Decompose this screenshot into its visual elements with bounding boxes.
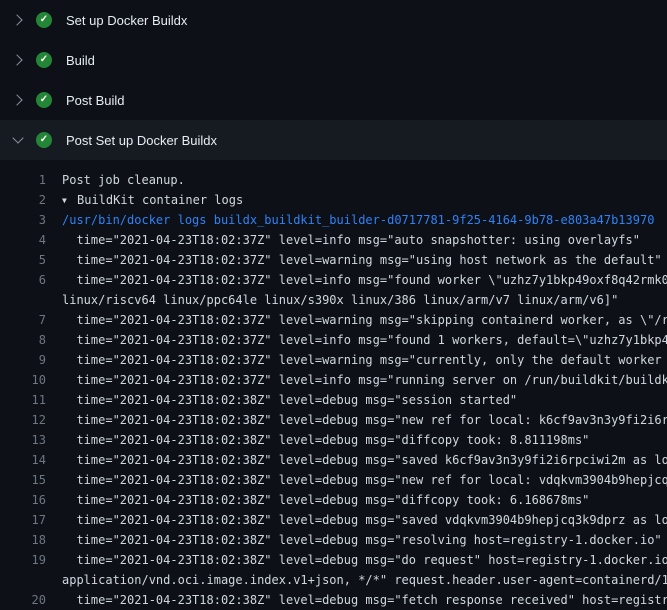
log-viewer: 1 Post job cleanup. 2 ▼BuildKit containe…	[0, 160, 667, 610]
log-line-text: /usr/bin/docker logs buildx_buildkit_bui…	[46, 210, 667, 230]
log-row: linux/riscv64 linux/ppc64le linux/s390x …	[0, 290, 667, 310]
log-line-text: time="2021-04-23T18:02:37Z" level=warnin…	[46, 350, 667, 370]
check-circle-icon: ✓	[36, 132, 52, 148]
log-line-number[interactable]: 12	[0, 410, 46, 430]
log-row: 8 time="2021-04-23T18:02:37Z" level=info…	[0, 330, 667, 350]
log-line-number[interactable]: 15	[0, 470, 46, 490]
log-line-number[interactable]: 16	[0, 490, 46, 510]
log-row: 6 time="2021-04-23T18:02:37Z" level=info…	[0, 270, 667, 290]
chevron-down-icon[interactable]	[12, 134, 24, 146]
chevron-right-icon[interactable]	[12, 94, 24, 106]
log-row: 9 time="2021-04-23T18:02:37Z" level=warn…	[0, 350, 667, 370]
chevron-right-icon[interactable]	[12, 14, 24, 26]
log-line-text: time="2021-04-23T18:02:37Z" level=info m…	[46, 270, 667, 290]
log-line-text: time="2021-04-23T18:02:37Z" level=warnin…	[46, 250, 667, 270]
log-line-number[interactable]: 2	[0, 190, 46, 210]
step-title: Build	[66, 53, 95, 68]
log-row: 18 time="2021-04-23T18:02:38Z" level=deb…	[0, 530, 667, 550]
log-line-number[interactable]: 8	[0, 330, 46, 350]
log-line-number[interactable]: 11	[0, 390, 46, 410]
log-line-text: time="2021-04-23T18:02:38Z" level=debug …	[46, 590, 667, 610]
log-row: 7 time="2021-04-23T18:02:37Z" level=warn…	[0, 310, 667, 330]
log-row: 1 Post job cleanup.	[0, 170, 667, 190]
step-header[interactable]: ✓ Post Set up Docker Buildx	[0, 120, 667, 160]
log-line-text: time="2021-04-23T18:02:37Z" level=info m…	[46, 370, 667, 390]
step-header[interactable]: ✓ Set up Docker Buildx	[0, 0, 667, 40]
check-circle-icon: ✓	[36, 12, 52, 28]
log-row: 19 time="2021-04-23T18:02:38Z" level=deb…	[0, 550, 667, 570]
log-row: 3 /usr/bin/docker logs buildx_buildkit_b…	[0, 210, 667, 230]
log-row: application/vnd.oci.image.index.v1+json,…	[0, 570, 667, 590]
log-line-text: ▼BuildKit container logs	[46, 190, 667, 210]
log-row: 13 time="2021-04-23T18:02:38Z" level=deb…	[0, 430, 667, 450]
log-row: 5 time="2021-04-23T18:02:37Z" level=warn…	[0, 250, 667, 270]
log-row: 11 time="2021-04-23T18:02:38Z" level=deb…	[0, 390, 667, 410]
log-line-text: time="2021-04-23T18:02:38Z" level=debug …	[46, 390, 667, 410]
log-line-number[interactable]: 14	[0, 450, 46, 470]
log-line-number[interactable]: 7	[0, 310, 46, 330]
log-line-number[interactable]: 6	[0, 270, 46, 290]
log-line-text: time="2021-04-23T18:02:38Z" level=debug …	[46, 550, 667, 570]
workflow-log-panel: ✓ Set up Docker Buildx ✓ Build ✓ Post Bu…	[0, 0, 667, 610]
log-row: 2 ▼BuildKit container logs	[0, 190, 667, 210]
step-title: Post Set up Docker Buildx	[66, 133, 217, 148]
log-row: 12 time="2021-04-23T18:02:38Z" level=deb…	[0, 410, 667, 430]
log-line-number[interactable]: 10	[0, 370, 46, 390]
log-line-number[interactable]: 1	[0, 170, 46, 190]
log-line-text: time="2021-04-23T18:02:38Z" level=debug …	[46, 410, 667, 430]
log-line-number[interactable]: 19	[0, 550, 46, 570]
log-line-number[interactable]	[0, 570, 46, 590]
log-row: 20 time="2021-04-23T18:02:38Z" level=deb…	[0, 590, 667, 610]
log-line-text: application/vnd.oci.image.index.v1+json,…	[46, 570, 667, 590]
log-row: 10 time="2021-04-23T18:02:37Z" level=inf…	[0, 370, 667, 390]
log-line-text: linux/riscv64 linux/ppc64le linux/s390x …	[46, 290, 667, 310]
step-title: Post Build	[66, 93, 125, 108]
log-line-text: time="2021-04-23T18:02:38Z" level=debug …	[46, 450, 667, 470]
step-title: Set up Docker Buildx	[66, 13, 187, 28]
steps-list: ✓ Set up Docker Buildx ✓ Build ✓ Post Bu…	[0, 0, 667, 160]
log-line-number[interactable]	[0, 290, 46, 310]
check-circle-icon: ✓	[36, 52, 52, 68]
log-line-text: time="2021-04-23T18:02:37Z" level=info m…	[46, 230, 667, 250]
log-line-number[interactable]: 20	[0, 590, 46, 610]
log-line-text: Post job cleanup.	[46, 170, 667, 190]
group-toggle-icon[interactable]: ▼	[62, 191, 77, 210]
group-title: BuildKit container logs	[77, 193, 243, 207]
log-line-number[interactable]: 13	[0, 430, 46, 450]
log-line-text: time="2021-04-23T18:02:38Z" level=debug …	[46, 510, 667, 530]
log-row: 14 time="2021-04-23T18:02:38Z" level=deb…	[0, 450, 667, 470]
log-line-number[interactable]: 4	[0, 230, 46, 250]
log-line-text: time="2021-04-23T18:02:38Z" level=debug …	[46, 490, 667, 510]
step-header[interactable]: ✓ Build	[0, 40, 667, 80]
step-header[interactable]: ✓ Post Build	[0, 80, 667, 120]
chevron-right-icon[interactable]	[12, 54, 24, 66]
log-row: 15 time="2021-04-23T18:02:38Z" level=deb…	[0, 470, 667, 490]
log-line-text: time="2021-04-23T18:02:38Z" level=debug …	[46, 470, 667, 490]
log-line-text: time="2021-04-23T18:02:38Z" level=debug …	[46, 530, 667, 550]
check-circle-icon: ✓	[36, 92, 52, 108]
log-row: 16 time="2021-04-23T18:02:38Z" level=deb…	[0, 490, 667, 510]
log-line-text: time="2021-04-23T18:02:37Z" level=warnin…	[46, 310, 667, 330]
log-line-number[interactable]: 9	[0, 350, 46, 370]
log-row: 17 time="2021-04-23T18:02:38Z" level=deb…	[0, 510, 667, 530]
log-line-number[interactable]: 5	[0, 250, 46, 270]
log-line-number[interactable]: 17	[0, 510, 46, 530]
log-row: 4 time="2021-04-23T18:02:37Z" level=info…	[0, 230, 667, 250]
log-line-number[interactable]: 18	[0, 530, 46, 550]
log-line-text: time="2021-04-23T18:02:38Z" level=debug …	[46, 430, 667, 450]
log-line-text: time="2021-04-23T18:02:37Z" level=info m…	[46, 330, 667, 350]
log-line-number[interactable]: 3	[0, 210, 46, 230]
